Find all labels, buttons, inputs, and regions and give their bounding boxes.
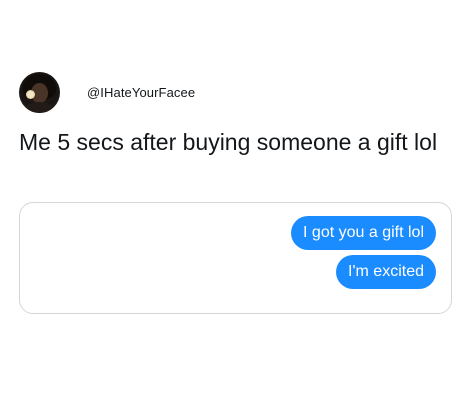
username[interactable]: @IHateYourFacee [87, 85, 195, 100]
sent-message-bubble: I got you a gift lol [291, 216, 436, 250]
message-screenshot: I got you a gift lol I'm excited [19, 202, 452, 314]
sent-message-bubble: I'm excited [336, 255, 446, 290]
message-text: I got you a gift lol [303, 224, 424, 241]
avatar-flower-icon [27, 90, 34, 98]
tweet-text: Me 5 secs after buying someone a gift lo… [19, 129, 438, 155]
message-text: I'm excited [348, 263, 424, 280]
avatar-shoulder [25, 101, 54, 113]
tweet-header: @IHateYourFacee [19, 71, 195, 113]
avatar[interactable] [19, 71, 60, 113]
